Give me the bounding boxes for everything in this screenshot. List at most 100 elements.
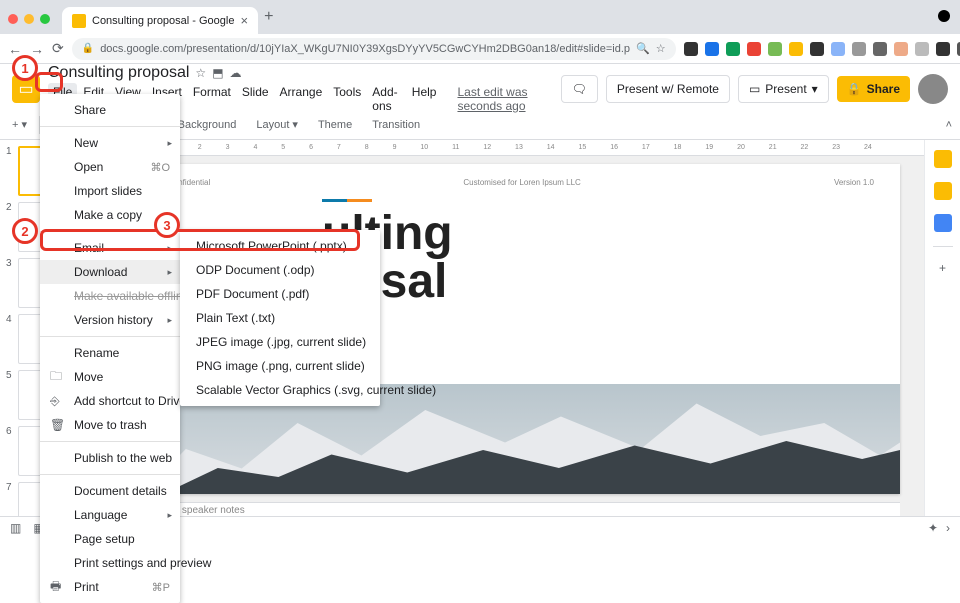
maximize-window-icon[interactable] xyxy=(40,14,50,24)
new-tab-button[interactable]: + xyxy=(264,8,273,26)
reload-button[interactable]: ⟳ xyxy=(52,40,64,57)
account-avatar[interactable] xyxy=(918,74,948,104)
menu-open[interactable]: Open⌘O xyxy=(40,155,180,179)
extension-icon[interactable] xyxy=(768,42,782,56)
search-icon[interactable]: 🔍 xyxy=(636,42,650,55)
extension-icon[interactable] xyxy=(915,42,929,56)
minimize-window-icon[interactable] xyxy=(24,14,34,24)
document-title[interactable]: Consulting proposal xyxy=(48,64,189,82)
menu-arrange[interactable]: Arrange xyxy=(275,83,328,115)
menu-language[interactable]: Language▸ xyxy=(40,503,180,527)
menu-help[interactable]: Help xyxy=(407,83,442,115)
menu-new[interactable]: New▸ xyxy=(40,131,180,155)
extension-icon[interactable] xyxy=(684,42,698,56)
incognito-icon xyxy=(938,10,950,22)
address-bar: ← → ⟳ 🔒 docs.google.com/presentation/d/1… xyxy=(0,34,960,64)
collapse-toolbar-icon[interactable]: ˄ xyxy=(946,119,952,131)
download-jpg[interactable]: JPEG image (.jpg, current slide) xyxy=(180,330,380,354)
browser-tab[interactable]: Consulting proposal - Google × xyxy=(62,7,258,34)
extension-icon[interactable] xyxy=(894,42,908,56)
theme-button[interactable]: Theme xyxy=(310,116,360,134)
menu-doc-details[interactable]: Document details xyxy=(40,479,180,503)
annotation-1: 1 xyxy=(12,55,38,81)
slide-customised: Customised for Loren Ipsum LLC xyxy=(463,178,580,187)
explore-icon[interactable]: ✦ xyxy=(928,521,938,535)
extension-icon[interactable] xyxy=(726,42,740,56)
file-menu: Share New▸ Open⌘O Import slides Make a c… xyxy=(40,94,180,603)
star-button[interactable]: ☆ xyxy=(195,66,206,80)
url-text: docs.google.com/presentation/d/10jYIaX_W… xyxy=(100,43,630,55)
menu-format[interactable]: Format xyxy=(188,83,236,115)
download-png[interactable]: PNG image (.png, current slide) xyxy=(180,354,380,378)
slides-favicon-icon xyxy=(72,14,86,28)
annotation-box-download xyxy=(40,229,360,251)
back-button[interactable]: ← xyxy=(8,41,22,57)
menu-print-settings[interactable]: Print settings and preview xyxy=(40,551,180,575)
menu-add-ons[interactable]: Add-ons xyxy=(367,83,406,115)
add-addon-icon[interactable]: + xyxy=(939,261,946,275)
tasks-icon[interactable] xyxy=(934,214,952,232)
extension-icon[interactable] xyxy=(705,42,719,56)
move-icon[interactable]: ⬒ xyxy=(212,66,223,80)
menu-download[interactable]: Download▸ xyxy=(40,260,180,284)
menu-rename[interactable]: Rename xyxy=(40,341,180,365)
last-edit-text[interactable]: Last edit was seconds ago xyxy=(452,83,552,115)
divider xyxy=(933,246,953,247)
menu-share[interactable]: Share xyxy=(40,98,180,122)
menu-version-history[interactable]: Version history▸ xyxy=(40,308,180,332)
annotation-3: 3 xyxy=(154,212,180,238)
browser-tab-title: Consulting proposal - Google xyxy=(92,15,234,27)
extension-icon[interactable] xyxy=(873,42,887,56)
download-pdf[interactable]: PDF Document (.pdf) xyxy=(180,282,380,306)
menu-print[interactable]: 🖶Print⌘P xyxy=(40,575,180,599)
ruler: 123456789101112131415161718192021222324 xyxy=(118,140,924,156)
close-tab-icon[interactable]: × xyxy=(240,13,248,28)
url-input[interactable]: 🔒 docs.google.com/presentation/d/10jYIaX… xyxy=(72,38,676,60)
accent-bar xyxy=(322,199,372,202)
menu-import-slides[interactable]: Import slides xyxy=(40,179,180,203)
extension-icon[interactable] xyxy=(789,42,803,56)
download-txt[interactable]: Plain Text (.txt) xyxy=(180,306,380,330)
cloud-icon: ☁ xyxy=(230,66,242,80)
extension-icon[interactable] xyxy=(810,42,824,56)
extension-icon[interactable] xyxy=(957,42,960,56)
menu-slide[interactable]: Slide xyxy=(237,83,274,115)
background-button[interactable]: Background xyxy=(170,116,245,134)
menu-move-trash[interactable]: 🗑Move to trash xyxy=(40,413,180,437)
extension-icon[interactable] xyxy=(831,42,845,56)
extension-icon[interactable] xyxy=(936,42,950,56)
annotation-2: 2 xyxy=(12,218,38,244)
share-button[interactable]: 🔒Share xyxy=(837,76,910,102)
slide-title-line1: ulting xyxy=(322,210,874,258)
star-icon[interactable]: ☆ xyxy=(656,42,666,55)
present-remote-button[interactable]: Present w/ Remote xyxy=(606,75,730,103)
menu-tools[interactable]: Tools xyxy=(328,83,366,115)
menu-publish[interactable]: Publish to the web xyxy=(40,446,180,470)
download-svg[interactable]: Scalable Vector Graphics (.svg, current … xyxy=(180,378,380,402)
side-panel: + xyxy=(924,140,960,538)
lock-icon: 🔒 xyxy=(82,43,94,54)
menu-page-setup[interactable]: Page setup xyxy=(40,527,180,551)
chevron-right-icon[interactable]: › xyxy=(946,521,950,535)
present-button[interactable]: ▭Present▾ xyxy=(738,75,829,103)
menu-move[interactable]: 🗀Move xyxy=(40,365,180,389)
forward-button[interactable]: → xyxy=(30,41,44,57)
menu-add-shortcut[interactable]: ⎆Add shortcut to Drive xyxy=(40,389,180,413)
extensions xyxy=(684,42,960,56)
slide-subtitle: r sit amet. xyxy=(322,310,874,325)
annotation-box-file xyxy=(35,72,63,92)
filmstrip-view-icon[interactable]: ▥ xyxy=(10,521,21,535)
keep-icon[interactable] xyxy=(934,182,952,200)
transition-button[interactable]: Transition xyxy=(364,116,428,134)
extension-icon[interactable] xyxy=(747,42,761,56)
layout-button[interactable]: Layout ▾ xyxy=(248,115,306,134)
slide-version: Version 1.0 xyxy=(834,178,874,187)
new-slide-button[interactable]: + ▾ xyxy=(8,115,31,134)
menu-make-offline[interactable]: Make available offline xyxy=(40,284,180,308)
extension-icon[interactable] xyxy=(852,42,866,56)
window-controls xyxy=(8,14,50,24)
close-window-icon[interactable] xyxy=(8,14,18,24)
download-odp[interactable]: ODP Document (.odp) xyxy=(180,258,380,282)
calendar-icon[interactable] xyxy=(934,150,952,168)
comment-history-button[interactable]: 🗨 xyxy=(561,75,598,103)
